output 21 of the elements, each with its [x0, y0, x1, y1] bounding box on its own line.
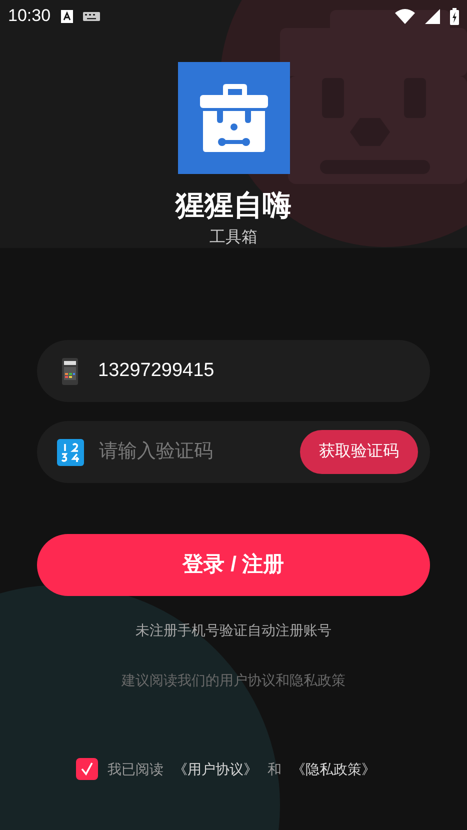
- checkmark-icon: [80, 762, 94, 776]
- toolbox-logo-icon: [178, 62, 290, 174]
- agreement-checkbox[interactable]: [76, 758, 98, 780]
- login-register-button[interactable]: 登录 / 注册: [37, 534, 430, 596]
- app-subtitle: 工具箱: [210, 228, 258, 248]
- number-keypad-icon: [57, 438, 84, 466]
- privacy-policy-link[interactable]: 《隐私政策》: [292, 758, 376, 780]
- battery-icon: [450, 8, 459, 24]
- status-time: 10:30: [8, 5, 51, 28]
- user-agreement-link[interactable]: 《用户协议》: [174, 758, 258, 780]
- signal-icon: [425, 8, 440, 24]
- hint-text: 建议阅读我们的用户协议和隐私政策: [122, 671, 346, 690]
- app-title: 猩猩自嗨: [176, 189, 292, 224]
- phone-input-field[interactable]: 13297299415: [37, 340, 430, 402]
- get-code-button[interactable]: 获取验证码: [300, 430, 418, 474]
- agreement-text: 我已阅读: [108, 760, 164, 778]
- agreement-text: 和: [268, 760, 282, 778]
- wifi-icon: [395, 8, 415, 24]
- mobile-phone-icon: [61, 358, 79, 384]
- code-input-field[interactable]: 请输入验证码 获取验证码: [37, 421, 430, 483]
- hint-text: 未注册手机号验证自动注册账号: [136, 621, 332, 640]
